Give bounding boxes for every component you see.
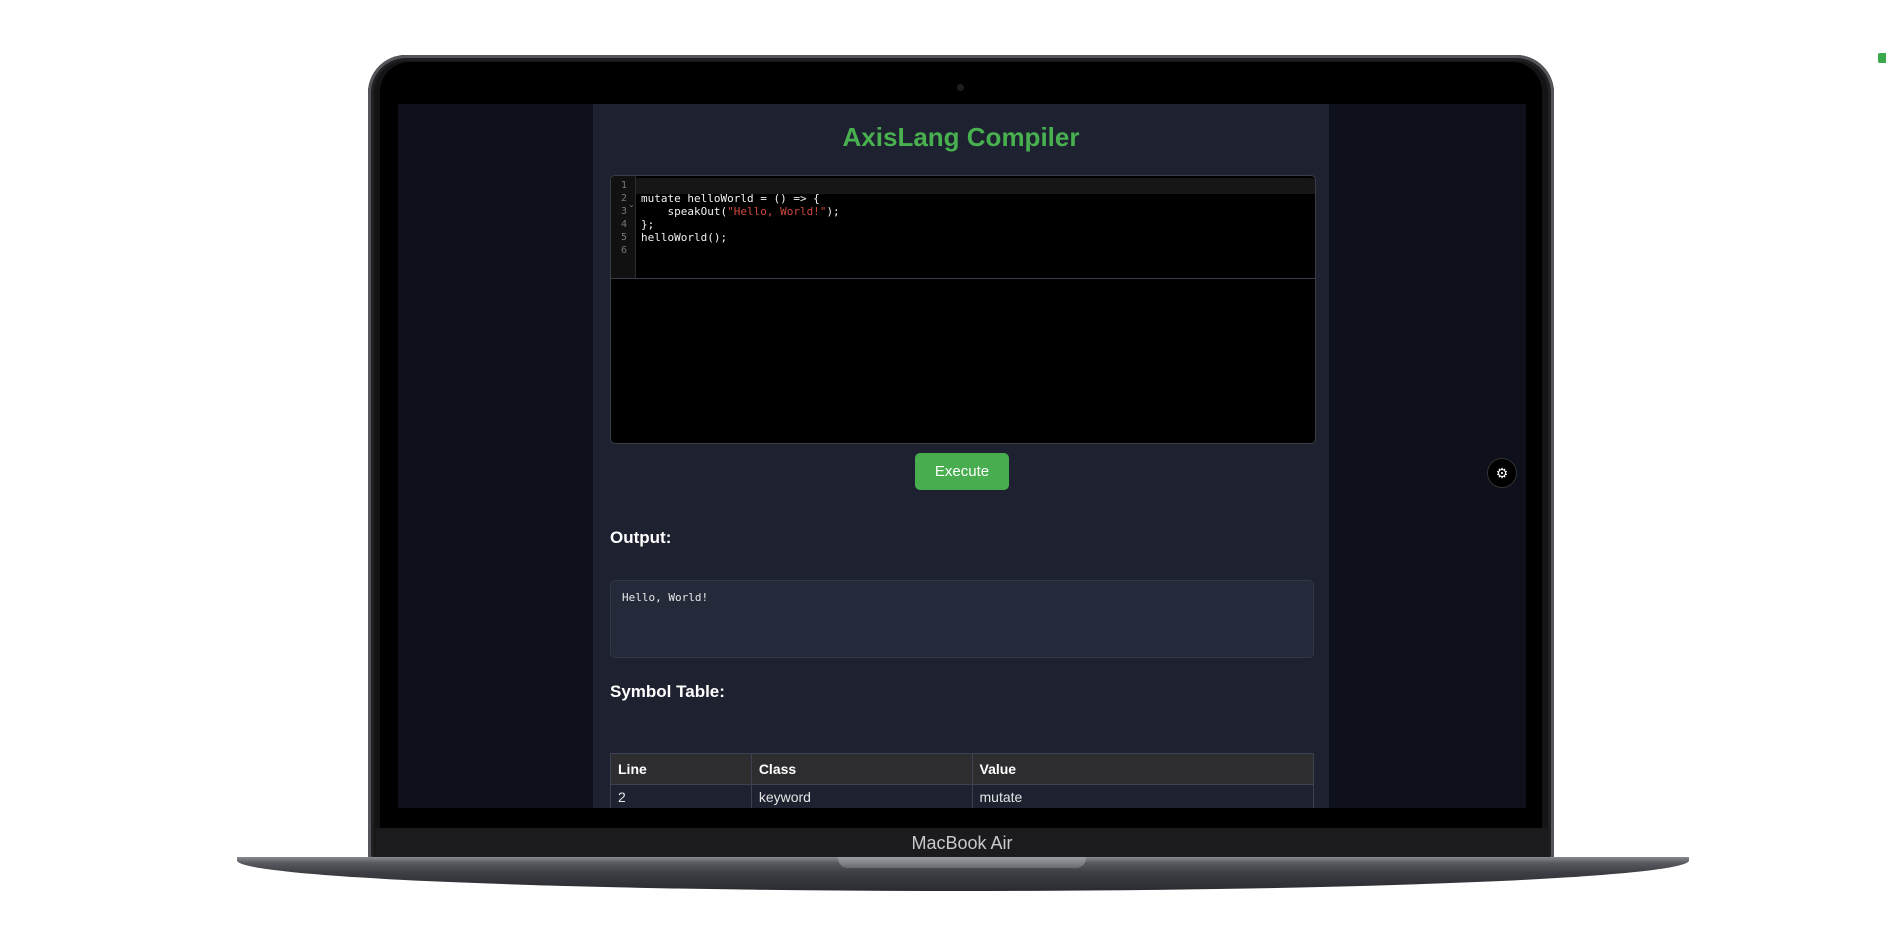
table-cell: 2 bbox=[610, 784, 752, 808]
output-text: Hello, World! bbox=[622, 591, 709, 604]
symbol-table-heading: Symbol Table: bbox=[610, 682, 725, 701]
table-header-row: Line Class Value bbox=[610, 753, 1315, 785]
compiler-app: AxisLang Compiler 1 2 3 4 5 6 ⌄ mutate h… bbox=[593, 104, 1329, 808]
column-header-line: Line bbox=[610, 753, 752, 785]
table-cell: keyword bbox=[750, 784, 973, 808]
editor-divider bbox=[611, 278, 1315, 279]
string-literal: "Hello, World!" bbox=[727, 205, 827, 218]
settings-menu-icon[interactable]: ⚙ bbox=[1487, 458, 1517, 488]
table-cell: mutate bbox=[971, 784, 1315, 808]
output-panel: Hello, World! bbox=[610, 580, 1314, 658]
column-header-class: Class bbox=[750, 753, 973, 785]
camera-icon bbox=[957, 84, 964, 91]
symbol-table: Line Class Value 2 keyword mutate bbox=[610, 753, 1315, 808]
editor-gutter: 1 2 3 4 5 6 ⌄ bbox=[611, 176, 636, 279]
code-editor[interactable]: 1 2 3 4 5 6 ⌄ mutate helloWorld = () => … bbox=[610, 175, 1316, 444]
code-line: speakOut("Hello, World!"); bbox=[641, 204, 840, 220]
execute-button[interactable]: Execute bbox=[915, 453, 1009, 490]
line-number: 6 bbox=[620, 245, 627, 256]
edge-tab-icon[interactable] bbox=[1878, 53, 1886, 63]
code-line: helloWorld(); bbox=[641, 231, 728, 244]
device-label: MacBook Air bbox=[375, 828, 1549, 859]
table-row: 2 keyword mutate bbox=[610, 784, 1315, 808]
laptop-notch bbox=[838, 857, 1086, 868]
page-title: AxisLang Compiler bbox=[842, 122, 1080, 152]
fold-arrow-icon[interactable]: ⌄ bbox=[628, 200, 635, 209]
code-token: ); bbox=[826, 205, 840, 218]
column-header-value: Value bbox=[971, 753, 1315, 785]
laptop-screen: AxisLang Compiler 1 2 3 4 5 6 ⌄ mutate h… bbox=[398, 104, 1526, 808]
output-heading: Output: bbox=[610, 528, 672, 547]
